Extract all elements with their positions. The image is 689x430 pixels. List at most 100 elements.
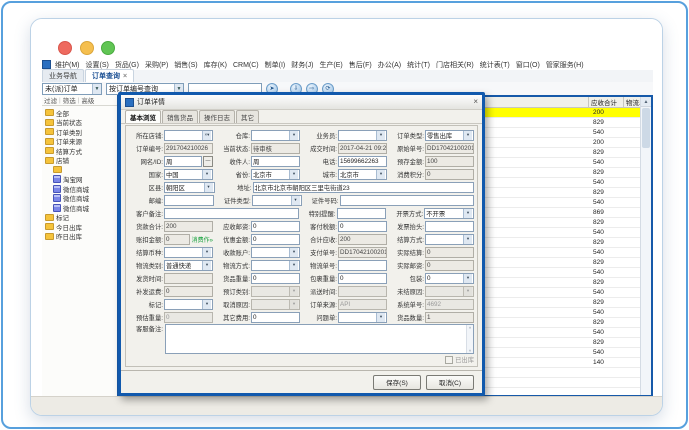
shop-icon [53, 175, 61, 183]
column-header[interactable]: 物流单号 [624, 97, 641, 107]
tab-close-icon[interactable]: × [123, 73, 127, 80]
minimize-traffic-light[interactable] [80, 41, 94, 55]
tree-item[interactable]: 今日出库 [42, 222, 117, 232]
tree-item[interactable]: 标记 [42, 213, 117, 223]
field-select[interactable]: ▾ [251, 260, 300, 271]
field-label: 合计应收: [303, 235, 337, 244]
field-input[interactable]: 0 [251, 234, 300, 245]
field-input[interactable]: 周 [251, 156, 300, 167]
column-header[interactable]: 应收合计 [589, 97, 624, 107]
tab-业务导航[interactable]: 业务导航 [42, 69, 84, 82]
dialog-tab-其它[interactable]: 其它 [236, 110, 259, 123]
menu-item[interactable]: 维护(M) [55, 62, 80, 69]
tab-订单查询[interactable]: 订单查询× [85, 69, 134, 82]
field-input[interactable]: 0 [251, 221, 300, 232]
tree-item[interactable]: 结算方式 [42, 146, 117, 156]
field-input[interactable]: 北京市北京市朝阳区三里屯街道23 [253, 182, 475, 193]
field-select[interactable]: ▾ [164, 299, 213, 310]
dialog-close-icon[interactable]: × [473, 98, 478, 106]
field-select[interactable]: 北京市▾ [338, 169, 387, 180]
field-input[interactable] [425, 221, 474, 232]
sidebar-tab-过滤[interactable]: 过滤 [44, 95, 57, 105]
menu-item[interactable]: 生产(E) [319, 62, 342, 69]
field-input[interactable] [338, 260, 387, 271]
menu-item[interactable]: 采购(P) [145, 62, 168, 69]
menu-item[interactable]: 财务(J) [291, 62, 313, 69]
menu-item[interactable]: 设置(S) [86, 62, 109, 69]
field-select[interactable]: 中国▾ [164, 169, 213, 180]
field-select[interactable]: 朝阳区▾ [164, 182, 215, 193]
checkbox-icon[interactable] [445, 356, 453, 364]
field-input[interactable]: 周 [164, 156, 202, 167]
tree-item[interactable]: 店铺 [42, 156, 117, 166]
field-input[interactable]: 0 [338, 221, 387, 232]
logistics-cell [625, 288, 641, 297]
tree-item[interactable]: 订单来源 [42, 137, 117, 147]
field-select[interactable]: 0▾ [425, 273, 474, 284]
field-input[interactable]: 0 [338, 273, 387, 284]
tree-item[interactable]: 订单类别 [42, 127, 117, 137]
textarea-scrollbar[interactable]: ˄˅ [466, 325, 473, 353]
menu-item[interactable]: 门店相关(R) [436, 62, 474, 69]
cancel-button[interactable]: 取消(C) [426, 375, 474, 390]
menu-item[interactable]: CRM(C) [233, 62, 259, 69]
menu-item[interactable]: 销售(S) [174, 62, 197, 69]
menu-item[interactable]: 统计表(T) [480, 62, 510, 69]
sidebar-tab-筛选[interactable]: 筛选 [63, 95, 76, 105]
field-select[interactable]: 不开票▾ [424, 208, 474, 219]
consume-link[interactable]: 消费作» [192, 235, 213, 244]
tree-item[interactable]: 微信商城 [42, 194, 117, 204]
field-select[interactable]: 普通快递▾ [164, 260, 213, 271]
field-select[interactable]: ▾ [164, 247, 213, 258]
field-select[interactable]: ▾ [338, 130, 387, 141]
maximize-traffic-light[interactable] [101, 41, 115, 55]
menu-item[interactable]: 窗口(O) [516, 62, 540, 69]
tree-item[interactable] [42, 165, 117, 175]
field-input[interactable]: 0 [251, 312, 300, 323]
tree-item[interactable]: 全部 [42, 108, 117, 118]
menu-item[interactable]: 统计(T) [407, 62, 430, 69]
field-input[interactable] [164, 195, 214, 206]
field-select[interactable]: ▾ [252, 195, 302, 206]
menu-item[interactable]: 制单(I) [265, 62, 286, 69]
field-select[interactable]: ×▾ [164, 130, 213, 141]
menu-item[interactable]: 库存(K) [204, 62, 227, 69]
field-input[interactable] [340, 195, 475, 206]
field-input: 200 [338, 234, 387, 245]
scrollbar-thumb[interactable] [642, 108, 650, 148]
menu-item[interactable]: 管家服务(H) [546, 62, 584, 69]
field-select[interactable]: 零售出库▾ [425, 130, 474, 141]
field-select[interactable]: ▾ [251, 247, 300, 258]
save-button[interactable]: 保存(S) [373, 375, 421, 390]
lookup-button[interactable]: — [203, 156, 213, 167]
field-select[interactable]: ▾ [338, 312, 387, 323]
field-input[interactable]: 0 [251, 273, 300, 284]
tree-item[interactable]: 微信商城 [42, 184, 117, 194]
dialog-tab-操作日志[interactable]: 操作日志 [199, 110, 235, 123]
field-label: 问题单: [303, 313, 337, 322]
tree-item-label: 结算方式 [56, 146, 82, 156]
tree-item[interactable]: 淘宝网 [42, 175, 117, 185]
service-remark-textarea[interactable]: ˄˅ [165, 324, 474, 354]
close-traffic-light[interactable] [58, 41, 72, 55]
scroll-up-icon[interactable]: ▲ [641, 97, 651, 107]
field-input[interactable] [337, 208, 387, 219]
tree-item[interactable]: 昨日出库 [42, 232, 117, 242]
field-select[interactable]: 北京市▾ [251, 169, 300, 180]
form-field: 业务员:▾ [303, 129, 387, 141]
logistics-cell [625, 178, 641, 187]
dialog-tab-销售货品[interactable]: 销售货品 [162, 110, 198, 123]
vertical-scrollbar[interactable]: ▲ [640, 97, 651, 395]
tree-item[interactable]: 当前状态 [42, 118, 117, 128]
order-scope-select[interactable]: 未(派)订单 ▼ [42, 83, 102, 95]
menu-item[interactable]: 办公(A) [378, 62, 401, 69]
field-input[interactable] [164, 208, 299, 219]
tree-item[interactable]: 微信商城 [42, 203, 117, 213]
field-select[interactable]: ▾ [251, 130, 300, 141]
field-input[interactable]: 15699662263 [338, 156, 387, 167]
menu-item[interactable]: 售后(F) [349, 62, 372, 69]
menu-item[interactable]: 货品(G) [115, 62, 139, 69]
sidebar-tab-高级[interactable]: 高级 [81, 95, 94, 105]
dialog-tab-基本浏览[interactable]: 基本浏览 [125, 110, 161, 123]
field-select[interactable]: ▾ [425, 234, 474, 245]
